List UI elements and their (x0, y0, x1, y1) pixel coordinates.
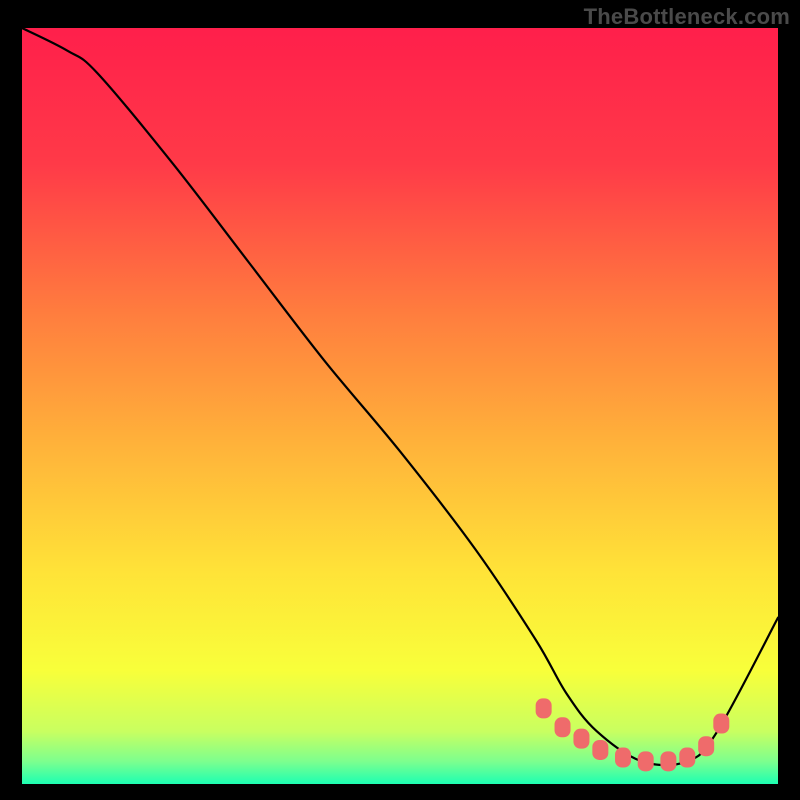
plot-area (22, 28, 778, 784)
chart-frame: TheBottleneck.com (0, 0, 800, 800)
valley-marker (615, 748, 631, 768)
valley-marker (592, 740, 608, 760)
valley-marker (573, 729, 589, 749)
chart-svg (22, 28, 778, 784)
valley-marker (555, 717, 571, 737)
valley-marker (638, 751, 654, 771)
valley-marker (536, 698, 552, 718)
gradient-background (22, 28, 778, 784)
valley-marker (713, 714, 729, 734)
valley-marker (660, 751, 676, 771)
valley-marker (679, 748, 695, 768)
valley-marker (698, 736, 714, 756)
watermark-text: TheBottleneck.com (584, 4, 790, 30)
